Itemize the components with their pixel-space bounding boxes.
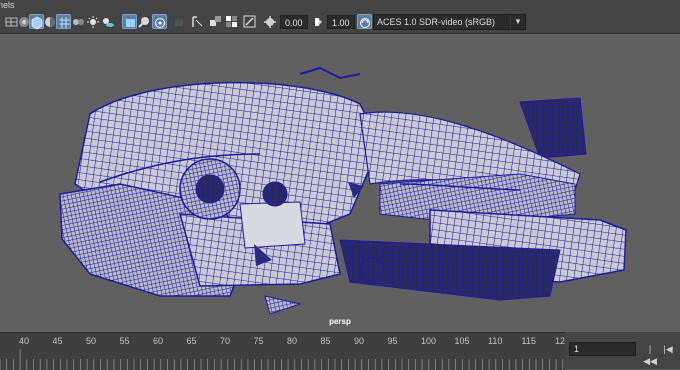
timeline-label: 12: [555, 336, 566, 346]
grid-icon[interactable]: [56, 14, 71, 29]
timeline-label: 90: [354, 336, 365, 346]
timeline-label: 70: [220, 336, 231, 346]
time-slider[interactable]: 40 45 50 55 60 65 70 75 80 85 90 95 100 105 110 115 12: [0, 332, 565, 370]
timeline-label: 40: [19, 336, 30, 346]
timeline-label: 75: [253, 336, 264, 346]
gamma-reset-icon[interactable]: [311, 14, 326, 29]
timeline-label: 65: [186, 336, 197, 346]
color-mgmt-icon[interactable]: [357, 14, 372, 29]
timeline-label: 95: [387, 336, 398, 346]
camera-icon[interactable]: [71, 14, 86, 29]
layout-icon[interactable]: [190, 14, 205, 29]
timeline-ticks: [0, 349, 564, 370]
lights-icon[interactable]: [86, 14, 101, 29]
camera-label: persp: [329, 317, 351, 326]
color-space-value: ACES 1.0 SDR-video (sRGB): [377, 17, 496, 27]
timeline-label: 100: [421, 336, 437, 346]
bike-body: [59, 66, 627, 315]
gamma-field[interactable]: 1.00: [327, 15, 355, 29]
timeline-label: 115: [521, 336, 536, 346]
current-frame-field[interactable]: 1: [569, 342, 636, 356]
film-gate-icon[interactable]: [137, 14, 152, 29]
cube-shaded-icon[interactable]: [29, 14, 44, 30]
viewport-3d[interactable]: persp: [0, 34, 680, 332]
exposure-field[interactable]: 0.00: [280, 15, 308, 29]
color-space-dropdown[interactable]: ACES 1.0 SDR-video (sRGB) ▼: [373, 14, 526, 30]
timeline-label: 45: [52, 336, 63, 346]
go-to-start-icon[interactable]: |◀◀: [643, 343, 657, 366]
exposure-reset-icon[interactable]: [263, 14, 278, 29]
gamma-icon[interactable]: [224, 14, 239, 29]
playback-controls: 1 |◀◀ |◀: [565, 332, 680, 369]
panels-menu[interactable]: nels: [0, 0, 15, 11]
timeline-label: 60: [153, 336, 164, 346]
timeline-label: 55: [119, 336, 130, 346]
resolution-gate-icon[interactable]: [152, 14, 167, 29]
shadows-icon[interactable]: [100, 14, 115, 29]
chevron-down-icon[interactable]: ▼: [510, 15, 525, 29]
timeline-label: 80: [287, 336, 298, 346]
timeline-label: 105: [454, 336, 470, 346]
gate-icon[interactable]: [122, 14, 137, 29]
exposure-icon[interactable]: [242, 14, 257, 29]
step-back-icon[interactable]: |◀: [661, 343, 675, 355]
viewport-toolbar: 0.00 1.00 ACES 1.0 SDR-video (sRGB) ▼: [0, 11, 680, 34]
timeline-label: 110: [488, 336, 503, 346]
frame-all-icon[interactable]: [208, 14, 223, 29]
model-wireframe: [59, 66, 627, 315]
timeline-label: 50: [86, 336, 97, 346]
timeline-label: 85: [320, 336, 331, 346]
isolate-select-icon[interactable]: [172, 14, 187, 29]
panel-menubar: nels: [0, 0, 680, 11]
